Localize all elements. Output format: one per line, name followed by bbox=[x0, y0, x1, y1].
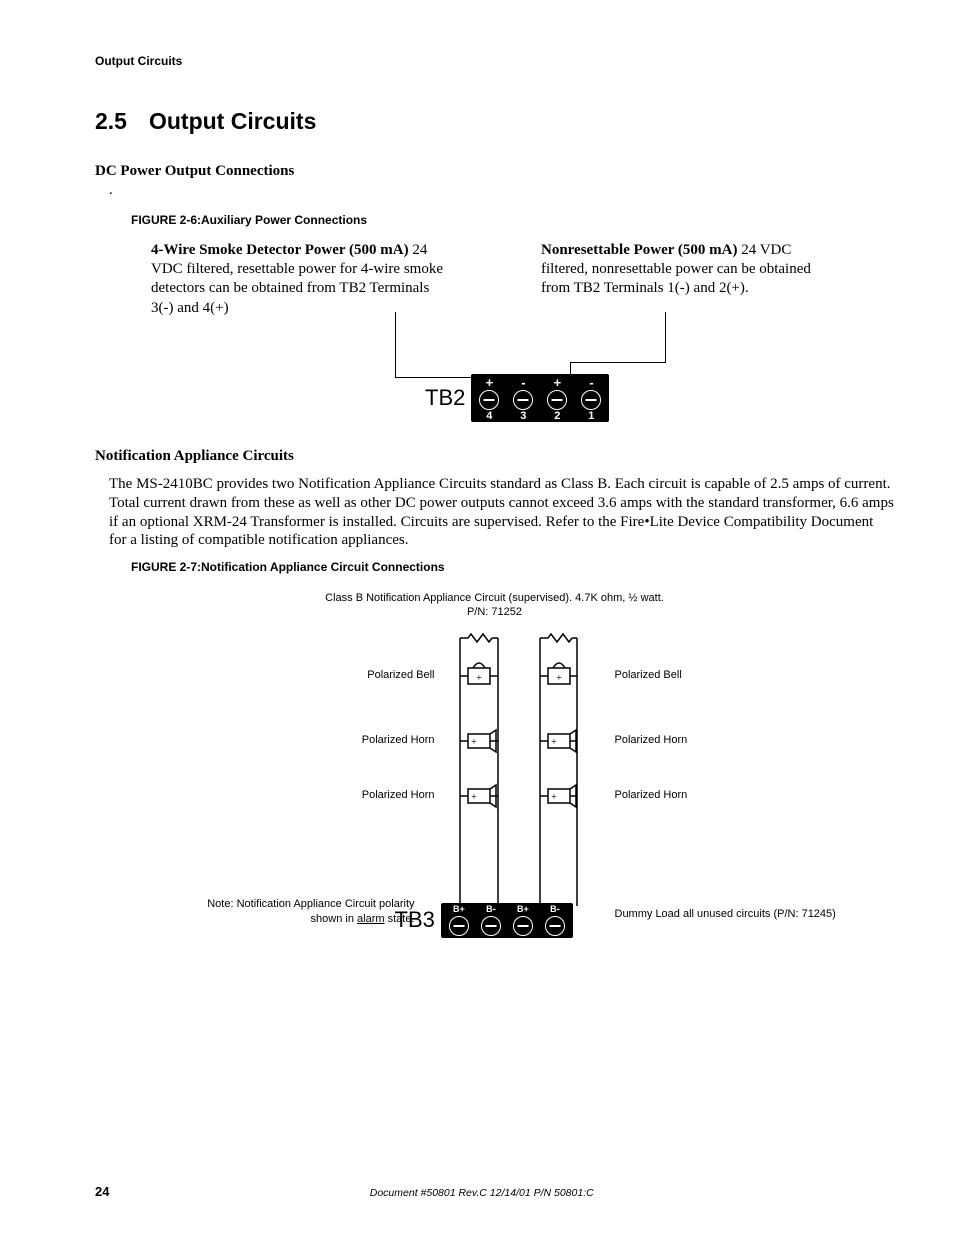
row3-left-label: Polarized Horn bbox=[362, 789, 435, 801]
screw-icon bbox=[481, 916, 501, 936]
section-name: Output Circuits bbox=[149, 108, 316, 134]
fig26-right-lead: Nonresettable Power (500 mA) bbox=[541, 242, 737, 258]
figure-2-7-caption: FIGURE 2-7:Notification Appliance Circui… bbox=[131, 560, 894, 574]
figure-2-6-label: FIGURE 2-6: bbox=[131, 213, 201, 227]
tb3-terminal-bminus-2: B- bbox=[545, 905, 565, 936]
svg-text:+: + bbox=[471, 737, 477, 748]
tb3-terminal-bplus-2: B+ bbox=[513, 905, 533, 936]
dummy-load-note: Dummy Load all unused circuits (P/N: 712… bbox=[615, 908, 836, 920]
figure-2-7-title: Notification Appliance Circuit Connectio… bbox=[201, 560, 445, 574]
screw-icon bbox=[513, 916, 533, 936]
tb3-label: TB3 bbox=[395, 907, 435, 933]
tb2-terminal-strip: + 4 - 3 + 2 - 1 bbox=[471, 374, 609, 422]
page-number: 24 bbox=[95, 1184, 109, 1199]
figure-2-7-diagram: + + + + bbox=[125, 626, 865, 938]
row1-right-label: Polarized Bell bbox=[615, 669, 682, 681]
footer-doc-line: Document #50801 Rev.C 12/14/01 P/N 50801… bbox=[370, 1187, 594, 1199]
svg-text:+: + bbox=[471, 792, 477, 803]
dc-power-heading: DC Power Output Connections bbox=[95, 163, 894, 180]
screw-icon bbox=[545, 916, 565, 936]
figure-2-6-caption: FIGURE 2-6:Auxiliary Power Connections bbox=[131, 213, 894, 227]
tb2-terminal-3: - 3 bbox=[513, 376, 533, 422]
row2-right-label: Polarized Horn bbox=[615, 734, 688, 746]
section-title: 2.5 Output Circuits bbox=[95, 108, 894, 135]
polarity-note: Note: Notification Appliance Circuit pol… bbox=[207, 897, 414, 926]
tb3-terminal-strip: B+ B- B+ B- bbox=[441, 903, 573, 938]
screw-icon bbox=[581, 390, 601, 410]
figure-2-6-diagram: TB2 + 4 - 3 + 2 - bbox=[95, 312, 894, 422]
row3-right-label: Polarized Horn bbox=[615, 789, 688, 801]
tb2-terminal-1: - 1 bbox=[581, 376, 601, 422]
screw-icon bbox=[547, 390, 567, 410]
svg-text:+: + bbox=[556, 673, 562, 684]
svg-text:+: + bbox=[551, 737, 557, 748]
nac-heading: Notification Appliance Circuits bbox=[95, 448, 894, 465]
row1-left-label: Polarized Bell bbox=[367, 669, 434, 681]
figure-2-7-wiring-svg: + + + + bbox=[125, 626, 865, 938]
figure-2-7-top-caption: Class B Notification Appliance Circuit (… bbox=[95, 592, 894, 620]
figure-2-7-label: FIGURE 2-7: bbox=[131, 560, 201, 574]
stray-dot: . bbox=[109, 182, 894, 199]
fig26-left-lead: 4-Wire Smoke Detector Power (500 mA) bbox=[151, 242, 409, 258]
screw-icon bbox=[513, 390, 533, 410]
figure-2-6-title: Auxiliary Power Connections bbox=[201, 213, 367, 227]
screw-icon bbox=[449, 916, 469, 936]
svg-text:+: + bbox=[476, 673, 482, 684]
row2-left-label: Polarized Horn bbox=[362, 734, 435, 746]
tb3-terminal-bminus-1: B- bbox=[481, 905, 501, 936]
svg-text:+: + bbox=[551, 792, 557, 803]
running-header: Output Circuits bbox=[95, 54, 894, 68]
tb2-terminal-4: + 4 bbox=[479, 376, 499, 422]
nac-paragraph: The MS-2410BC provides two Notification … bbox=[109, 475, 894, 551]
fig26-left-text: 4-Wire Smoke Detector Power (500 mA) 24 … bbox=[151, 241, 451, 318]
tb2-terminal-2: + 2 bbox=[547, 376, 567, 422]
tb2-label: TB2 bbox=[425, 385, 465, 411]
fig26-right-text: Nonresettable Power (500 mA) 24 VDC filt… bbox=[541, 241, 841, 318]
tb3-terminal-bplus-1: B+ bbox=[449, 905, 469, 936]
section-number: 2.5 bbox=[95, 108, 127, 134]
screw-icon bbox=[479, 390, 499, 410]
